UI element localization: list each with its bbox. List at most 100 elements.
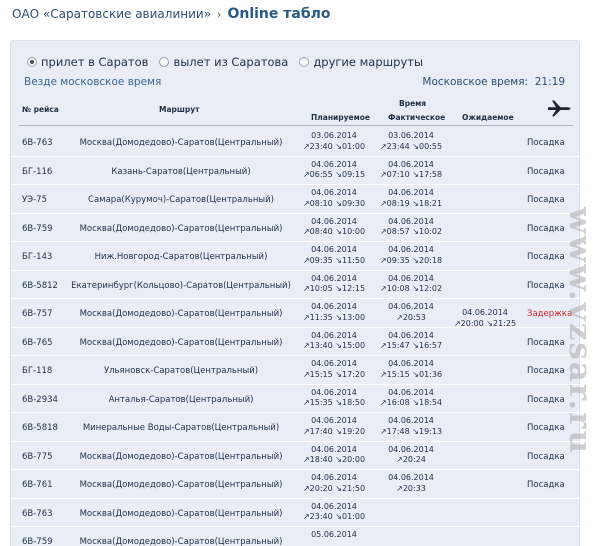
planned-times: ↗06:55 ↘09:15 xyxy=(302,170,366,179)
route: Екатеринбург(Кольцово)-Саратов(Центральн… xyxy=(71,280,291,291)
expected-time: 04.06.2014 ↗20:00 ↘21:25 xyxy=(452,308,518,329)
flight-number: 6В-761 xyxy=(22,480,53,490)
radio-departures[interactable] xyxy=(159,57,170,67)
route: Москва(Домодедово)-Саратов(Центральный) xyxy=(79,537,283,546)
planned-date: 04.06.2014 xyxy=(311,159,357,169)
route: Москва(Домодедово)-Саратов(Центральный) xyxy=(79,138,283,148)
actual-times: ↗10:08 ↘12:02 xyxy=(379,284,443,293)
actual-times: ↗20:24 xyxy=(396,455,426,464)
breadcrumb: ОАО «Саратовские авиалинии» › Online таб… xyxy=(12,6,330,22)
planned-date: 04.06.2014 xyxy=(311,216,357,226)
actual-time: 04.06.2014 ↗20:53 xyxy=(378,302,444,323)
flight-number: 6В-5818 xyxy=(22,423,58,433)
plane-icon xyxy=(548,100,571,117)
planned-times: ↗17:40 ↘19:20 xyxy=(302,426,366,436)
timezone-note: Везде московское время xyxy=(24,76,162,88)
filter-other-routes-label: другие маршруты xyxy=(313,55,424,69)
planned-times: ↗11:35 ↘13:00 xyxy=(302,312,366,322)
radio-other-routes[interactable] xyxy=(299,57,310,67)
actual-date: 04.06.2014 xyxy=(388,444,434,454)
flight-number: 6В-5812 xyxy=(22,280,58,291)
table-row: 6В-763 Москва(Домодедово)-Саратов(Централ… xyxy=(11,128,581,157)
col-route-header: Маршрут xyxy=(159,105,200,114)
status-badge: Посадка xyxy=(527,166,565,177)
planned-times: ↗18:40 ↘20:00 xyxy=(302,455,366,464)
expected-date: 04.06.2014 xyxy=(462,308,508,317)
planned-times: ↗20:20 ↘21:50 xyxy=(302,483,366,493)
direction-filter: прилет в Саратов вылет из Саратова други… xyxy=(27,55,434,69)
route: Москва(Домодедово)-Саратов(Центральный) xyxy=(79,337,283,348)
planned-time: 04.06.2014 ↗23:40 ↘01:00 xyxy=(301,502,367,523)
actual-time: 04.06.2014 ↗15:15 ↘01:36 xyxy=(378,359,444,380)
actual-times: ↗17:48 ↘19:13 xyxy=(379,426,443,436)
planned-date: 04.06.2014 xyxy=(311,473,357,482)
planned-times: ↗09:35 ↘11:50 xyxy=(302,255,366,265)
table-row: 6В-2934 Анталья-Саратов(Центральный) 04.06… xyxy=(11,385,581,413)
planned-time: 04.06.2014 ↗15:15 ↘17:20 xyxy=(301,359,367,380)
planned-time: 04.06.2014 ↗09:35 ↘11:50 xyxy=(301,245,367,266)
actual-date: 03.06.2014 xyxy=(388,131,434,140)
planned-date: 04.06.2014 xyxy=(311,188,357,197)
planned-times: ↗08:10 ↘09:30 xyxy=(302,198,366,208)
actual-time: 04.06.2014 ↗20:33 xyxy=(378,473,444,494)
filter-departures[interactable]: вылет из Саратова xyxy=(159,55,288,69)
status-badge: Посадка xyxy=(527,138,565,148)
route: Казань-Саратов(Центральный) xyxy=(111,166,251,177)
actual-time: 04.06.2014 ↗08:19 ↘18:21 xyxy=(378,188,444,209)
flight-number: БГ-118 xyxy=(22,366,53,376)
flight-number: 6В-2934 xyxy=(22,394,58,405)
planned-date: 05.06.2014 xyxy=(311,530,357,539)
table-row: 6В-761 Москва(Домодедово)-Саратов(Централ… xyxy=(11,470,581,499)
filter-arrivals[interactable]: прилет в Саратов xyxy=(27,55,148,69)
route: Ниж.Новгород-Саратов(Центральный) xyxy=(94,252,268,262)
col-actual-header: Фактическое xyxy=(388,113,446,122)
table-row: УЭ-75 Самара(Курумоч)-Саратов(Центральный… xyxy=(11,185,581,214)
flight-number: 6В-763 xyxy=(22,138,53,148)
actual-times: ↗08:19 ↘18:21 xyxy=(379,198,443,208)
flight-number: 6В-775 xyxy=(22,451,53,462)
actual-times: ↗15:47 ↘16:57 xyxy=(379,341,443,350)
moscow-time-value: 21:19 xyxy=(534,76,565,88)
actual-date: 04.06.2014 xyxy=(388,359,434,368)
filter-other-routes[interactable]: другие маршруты xyxy=(299,55,423,69)
planned-time: 04.06.2014 ↗08:40 ↘10:00 xyxy=(301,217,367,238)
table-row: 6В-5818 Минеральные Воды-Саратов(Централь… xyxy=(11,413,581,442)
route: Ульяновск-Саратов(Центральный) xyxy=(103,366,259,376)
planned-time: 04.06.2014 ↗06:55 ↘09:15 xyxy=(301,160,367,181)
planned-date: 04.06.2014 xyxy=(311,302,357,311)
route: Минеральные Воды-Саратов(Центральный) xyxy=(82,423,280,433)
actual-date: 04.06.2014 xyxy=(388,473,434,482)
actual-time: 04.06.2014 ↗16:08 ↘18:54 xyxy=(378,388,444,409)
watermark-text: www.vzsar.ru xyxy=(562,207,598,456)
planned-time: 04.06.2014 ↗20:20 ↘21:50 xyxy=(301,473,367,494)
radio-arrivals[interactable] xyxy=(27,57,37,67)
actual-date: 04.06.2014 xyxy=(388,416,434,425)
actual-time: 04.06.2014 ↗09:35 ↘20:18 xyxy=(378,245,444,266)
actual-date: 04.06.2014 xyxy=(388,188,434,197)
table-header: № рейса Маршрут Время Планируемое Фактич… xyxy=(11,99,581,127)
actual-time: 04.06.2014 ↗15:47 ↘16:57 xyxy=(378,331,444,352)
actual-time: 04.06.2014 ↗17:48 ↘19:13 xyxy=(378,416,444,437)
actual-time: 04.06.2014 ↗20:24 xyxy=(378,445,444,466)
route: Москва(Домодедово)-Саратов(Центральный) xyxy=(79,309,283,319)
flights-table-body: 6В-763 Москва(Домодедово)-Саратов(Централ… xyxy=(11,128,581,546)
flight-board-panel: прилет в Саратов вылет из Саратова други… xyxy=(10,40,581,546)
route: Москва(Домодедово)-Саратов(Центральный) xyxy=(79,223,283,234)
planned-time: 04.06.2014 ↗11:35 ↘13:00 xyxy=(301,302,367,323)
status-badge: Посадка xyxy=(527,195,565,205)
header-divider xyxy=(19,125,573,126)
breadcrumb-parent-link[interactable]: ОАО «Саратовские авиалинии» xyxy=(12,7,211,21)
actual-time: 04.06.2014 ↗07:10 ↘17:58 xyxy=(378,160,444,181)
actual-date: 04.06.2014 xyxy=(388,245,434,254)
table-row: БГ-116 Казань-Саратов(Центральный) 04.06.2… xyxy=(11,157,581,185)
breadcrumb-separator: › xyxy=(217,7,222,21)
planned-date: 04.06.2014 xyxy=(311,330,357,340)
actual-time: 03.06.2014 ↗23:44 ↘00:55 xyxy=(378,131,444,152)
table-row: 6В-763 Москва(Домодедово)-Саратов(Централ… xyxy=(11,499,581,527)
planned-times: ↗23:40 ↘01:00 xyxy=(302,512,366,521)
filter-departures-label: вылет из Саратова xyxy=(173,55,289,69)
planned-time: 04.06.2014 ↗18:40 ↘20:00 xyxy=(301,445,367,466)
actual-date: 04.06.2014 xyxy=(388,159,434,169)
filter-arrivals-label: прилет в Саратов xyxy=(41,55,149,69)
planned-date: 04.06.2014 xyxy=(311,387,357,397)
